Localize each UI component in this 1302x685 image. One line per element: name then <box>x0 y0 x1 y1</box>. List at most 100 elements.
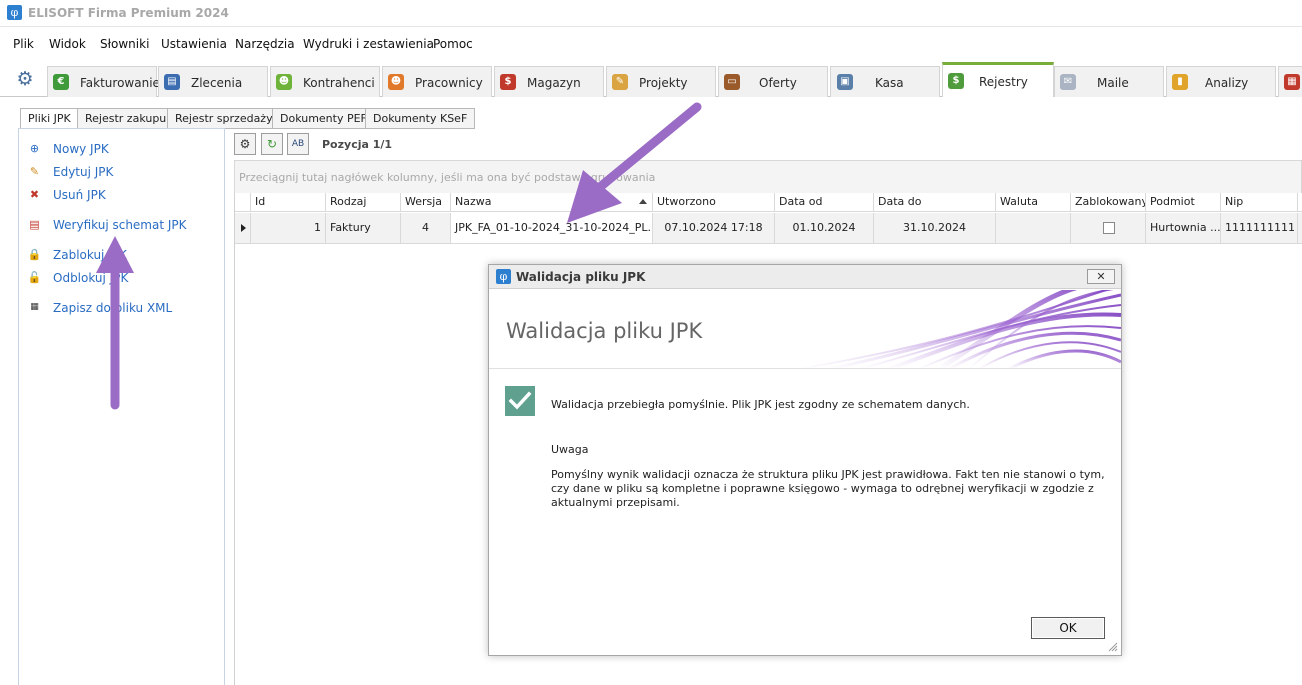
column-header-name-label: Nazwa <box>455 195 492 208</box>
gear-icon[interactable]: ⚙ <box>14 68 36 90</box>
action-label: Edytuj JPK <box>53 165 114 179</box>
tab-analizy[interactable]: ▮ Analizy <box>1166 66 1276 97</box>
tab-label: Kasa <box>875 76 904 90</box>
tab-oferty[interactable]: ▭ Oferty <box>718 66 828 97</box>
cell-entity: Hurtownia ... <box>1146 213 1221 243</box>
column-header-version[interactable]: Wersja <box>401 193 451 211</box>
cell-date-to: 31.10.2024 <box>874 213 996 243</box>
tab-pracownicy[interactable]: ☻ Pracownicy <box>382 66 492 97</box>
title-bar: φ ELISOFT Firma Premium 2024 <box>0 0 1302 27</box>
tab-label: Rejestry <box>979 75 1028 89</box>
locked-checkbox[interactable] <box>1103 222 1115 234</box>
action-label: Nowy JPK <box>53 142 109 156</box>
column-header-name[interactable]: Nazwa <box>451 193 653 211</box>
dialog-title-bar: φ Walidacja pliku JPK ✕ <box>489 265 1121 289</box>
subtab-dokumenty-ksef[interactable]: Dokumenty KSeF <box>365 108 476 129</box>
tab-label: Oferty <box>759 76 797 90</box>
tab-label: Fakturowanie <box>80 76 160 90</box>
cell-name: JPK_FA_01-10-2024_31-10-2024_PL... <box>451 213 653 243</box>
workers-icon: ☻ <box>388 74 404 90</box>
close-button[interactable]: ✕ <box>1087 269 1115 284</box>
dialog-title: Walidacja pliku JPK <box>516 270 646 284</box>
current-row-arrow-icon <box>241 224 246 232</box>
tab-kasa[interactable]: ▣ Kasa <box>830 66 940 97</box>
cell-kind: Faktury <box>326 213 401 243</box>
menu-wydruki[interactable]: Wydruki i zestawienia <box>303 37 434 51</box>
menu-bar: Plik Widok Słowniki Ustawienia Narzędzia… <box>0 27 1302 61</box>
calendar-icon: ▦ <box>1284 74 1300 90</box>
tab-kontrahenci[interactable]: ☻ Kontrahenci <box>270 66 380 97</box>
row-indicator <box>235 213 251 243</box>
briefcase-icon: ▭ <box>724 74 740 90</box>
stack-icon: ▤ <box>164 74 180 90</box>
settings-icon[interactable]: ⚙ <box>234 133 256 155</box>
cell-id: 1 <box>251 213 326 243</box>
row-indicator-header <box>235 193 251 211</box>
people-icon: ☻ <box>276 74 292 90</box>
menu-slowniki[interactable]: Słowniki <box>100 37 149 51</box>
tab-label: Pracownicy <box>415 76 483 90</box>
cell-nip: 1111111111 <box>1221 213 1298 243</box>
position-counter: Pozycja 1/1 <box>322 138 393 151</box>
action-label: Weryfikuj schemat JPK <box>53 218 187 232</box>
grid-header-row: Id Rodzaj Wersja Nazwa Utworzono Data od… <box>235 193 1302 212</box>
menu-plik[interactable]: Plik <box>13 37 34 51</box>
column-header-currency[interactable]: Waluta <box>996 193 1071 211</box>
success-message: Walidacja przebiegła pomyślnie. Plik JPK… <box>551 398 970 411</box>
column-header-date-to[interactable]: Data do <box>874 193 996 211</box>
app-logo-icon: φ <box>496 269 511 284</box>
column-width-icon[interactable]: AB <box>287 133 309 155</box>
group-by-area[interactable]: Przeciągnij tutaj nagłówek kolumny, jeśl… <box>234 160 1302 193</box>
cell-currency <box>996 213 1071 243</box>
group-by-hint: Przeciągnij tutaj nagłówek kolumny, jeśl… <box>239 171 656 184</box>
column-header-nip[interactable]: Nip <box>1221 193 1298 211</box>
menu-widok[interactable]: Widok <box>49 37 86 51</box>
tab-calendar[interactable]: ▦ <box>1278 66 1302 97</box>
menu-pomoc[interactable]: Pomoc <box>433 37 473 51</box>
mail-icon: ✉ <box>1060 74 1076 90</box>
column-header-locked[interactable]: Zablokowany <box>1071 193 1146 211</box>
tab-magazyn[interactable]: $ Magazyn <box>494 66 604 97</box>
new-document-icon: ⊕ <box>29 142 40 155</box>
chart-icon: ▮ <box>1172 74 1188 90</box>
app-logo-icon: φ <box>7 5 22 20</box>
subtab-pliki-jpk[interactable]: Pliki JPK <box>20 108 79 130</box>
action-label: Odblokuj JPK <box>53 271 129 285</box>
tab-zlecenia[interactable]: ▤ Zlecenia <box>158 66 268 97</box>
action-label: Zapisz do pliku XML <box>53 301 173 315</box>
column-header-kind[interactable]: Rodzaj <box>326 193 401 211</box>
banner-swirl-graphic <box>798 290 1121 368</box>
dialog-heading: Walidacja pliku JPK <box>506 319 703 343</box>
money-icon: $ <box>948 73 964 89</box>
delete-document-icon: ✖ <box>29 188 40 201</box>
menu-ustawienia[interactable]: Ustawienia <box>161 37 227 51</box>
lock-icon: 🔒 <box>27 248 42 261</box>
tab-projekty[interactable]: ✎ Projekty <box>606 66 716 97</box>
column-header-date-from[interactable]: Data od <box>775 193 874 211</box>
table-row[interactable]: 1 Faktury 4 JPK_FA_01-10-2024_31-10-2024… <box>235 213 1302 244</box>
tab-fakturowanie[interactable]: € Fakturowanie <box>47 66 160 97</box>
menu-narzedzia[interactable]: Narzędzia <box>235 37 295 51</box>
subtab-rejestr-zakupu[interactable]: Rejestr zakupu <box>77 108 175 129</box>
subtab-dokumenty-pef[interactable]: Dokumenty PEF <box>272 108 375 129</box>
ok-button[interactable]: OK <box>1031 617 1105 639</box>
tab-rejestry[interactable]: $ Rejestry <box>942 62 1054 97</box>
resize-grip-icon[interactable] <box>1108 642 1118 652</box>
tab-label: Magazyn <box>527 76 581 90</box>
euro-icon: € <box>53 74 69 90</box>
action-label: Zablokuj JPK <box>53 248 127 262</box>
refresh-icon[interactable]: ↻ <box>261 133 283 155</box>
column-header-id[interactable]: Id <box>251 193 326 211</box>
column-header-entity[interactable]: Podmiot <box>1146 193 1221 211</box>
column-header-created[interactable]: Utworzono <box>653 193 775 211</box>
subtab-rejestr-sprzedazy[interactable]: Rejestr sprzedaży <box>167 108 281 129</box>
tab-label: Maile <box>1097 76 1129 90</box>
cell-locked <box>1071 213 1146 243</box>
grid-toolbar: ⚙ ↻ AB Pozycja 1/1 <box>234 131 1302 158</box>
tab-label: Zlecenia <box>191 76 243 90</box>
xml-file-icon: ▦ <box>30 302 39 312</box>
tab-maile[interactable]: ✉ Maile <box>1054 66 1164 97</box>
note-heading: Uwaga <box>551 443 589 456</box>
action-panel: ⊕ Nowy JPK ✎ Edytuj JPK ✖ Usuń JPK ▤ Wer… <box>18 128 225 685</box>
column-header-more[interactable] <box>1298 193 1302 211</box>
